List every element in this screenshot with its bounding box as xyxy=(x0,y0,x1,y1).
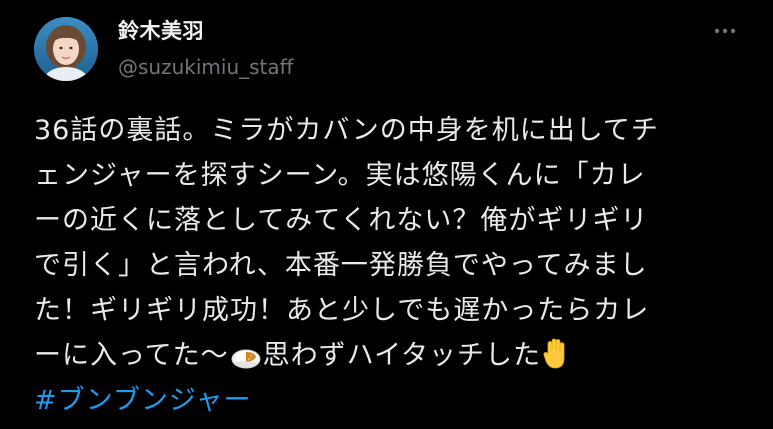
tweet-text-line: ーの近くに落としてみてくれない？俺がギリギリ xyxy=(34,205,649,236)
tweet-text-segment: 思わずハイタッチした xyxy=(262,340,542,371)
tweet-text-segment: ーに入ってた〜 xyxy=(34,340,229,371)
user-handle[interactable]: @suzukimiu_staff xyxy=(118,55,293,79)
raised-hand-emoji xyxy=(543,338,569,384)
tweet-text: 36話の裏話。ミラがカバンの中身を机に出してチ ェンジャーを探すシーン。実は悠陽… xyxy=(34,108,759,423)
more-dots-icon xyxy=(714,28,736,34)
tweet-text-line: た！ギリギリ成功！あと少しでも遅かったらカレ xyxy=(34,295,650,326)
avatar[interactable] xyxy=(34,17,98,81)
display-name[interactable]: 鈴木美羽 xyxy=(118,15,204,45)
hashtag-text[interactable]: #ブンブンジャー xyxy=(34,385,251,416)
avatar-image xyxy=(34,17,98,81)
tweet-text-line: ェンジャーを探すシーン。実は悠陽くんに「カレ xyxy=(34,160,646,191)
tweet-text-line: で引く」と言われ、本番一発勝負でやってみまし xyxy=(34,250,648,281)
tweet-text-line: 36話の裏話。ミラがカバンの中身を机に出してチ xyxy=(34,115,659,146)
tweet-card: 鈴木美羽 @suzukimiu_staff 36話の裏話。ミラがカバンの中身を机… xyxy=(0,0,773,429)
more-options-button[interactable] xyxy=(707,17,743,45)
hashtag-link[interactable]: #ブンブンジャー xyxy=(34,378,759,423)
tweet-text-line-last: ーに入ってた〜 思わずハイタッチした xyxy=(34,333,759,378)
